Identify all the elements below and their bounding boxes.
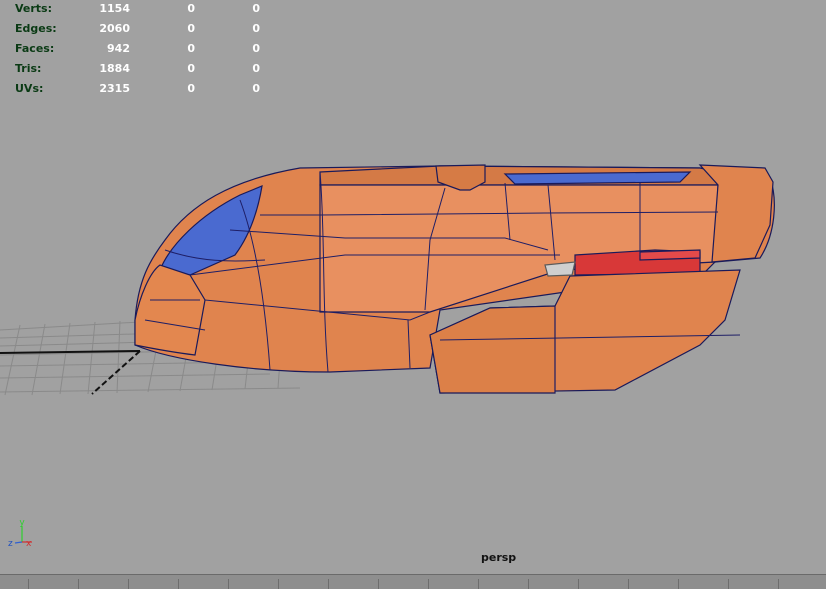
3d-viewport[interactable]: Verts: 1154 0 0 Edges: 2060 0 0 Faces: 942 0 0 Tris:… [0, 0, 826, 574]
axis-label-y: y [19, 518, 25, 528]
hud-row: Edges: 2060 0 0 [0, 22, 280, 42]
hud-value-selected: 0 [187, 82, 195, 95]
hud-value-total: 1884 [99, 62, 130, 75]
roof-glass [503, 171, 692, 185]
hud-value-selected: 0 [187, 22, 195, 35]
axis-indicator: y z x [8, 518, 32, 549]
hud-value-component: 0 [252, 42, 260, 55]
axis-label-z: z [8, 539, 13, 549]
hud-label: Edges: [15, 22, 57, 35]
hud-value-component: 0 [252, 2, 260, 15]
hud-value-total: 2315 [99, 82, 130, 95]
hud-label: Faces: [15, 42, 55, 55]
hud-value-total: 942 [107, 42, 130, 55]
hud-value-total: 1154 [99, 2, 130, 15]
hud-value-selected: 0 [187, 42, 195, 55]
hud-value-component: 0 [252, 62, 260, 75]
hud-label: Tris: [15, 62, 42, 75]
hud-value-component: 0 [252, 82, 260, 95]
tail-light-mid [639, 249, 701, 261]
hud-row: Faces: 942 0 0 [0, 42, 280, 62]
hud-row: UVs: 2315 0 0 [0, 82, 280, 102]
hud-row: Verts: 1154 0 0 [0, 2, 280, 22]
engine-gap [544, 261, 576, 277]
camera-name-label: persp [481, 551, 517, 564]
hud-value-total: 2060 [99, 22, 130, 35]
hud-value-component: 0 [252, 22, 260, 35]
axis-label-x: x [26, 539, 32, 549]
grid-axis-z [91, 350, 141, 395]
hud-label: Verts: [15, 2, 53, 15]
hud-value-selected: 0 [187, 62, 195, 75]
lower-wing-face [429, 305, 556, 394]
hovercar-model[interactable] [134, 164, 775, 394]
time-slider-bar[interactable] [0, 574, 826, 589]
hud-label: UVs: [15, 82, 44, 95]
hud-value-selected: 0 [187, 2, 195, 15]
hud-row: Tris: 1884 0 0 [0, 62, 280, 82]
